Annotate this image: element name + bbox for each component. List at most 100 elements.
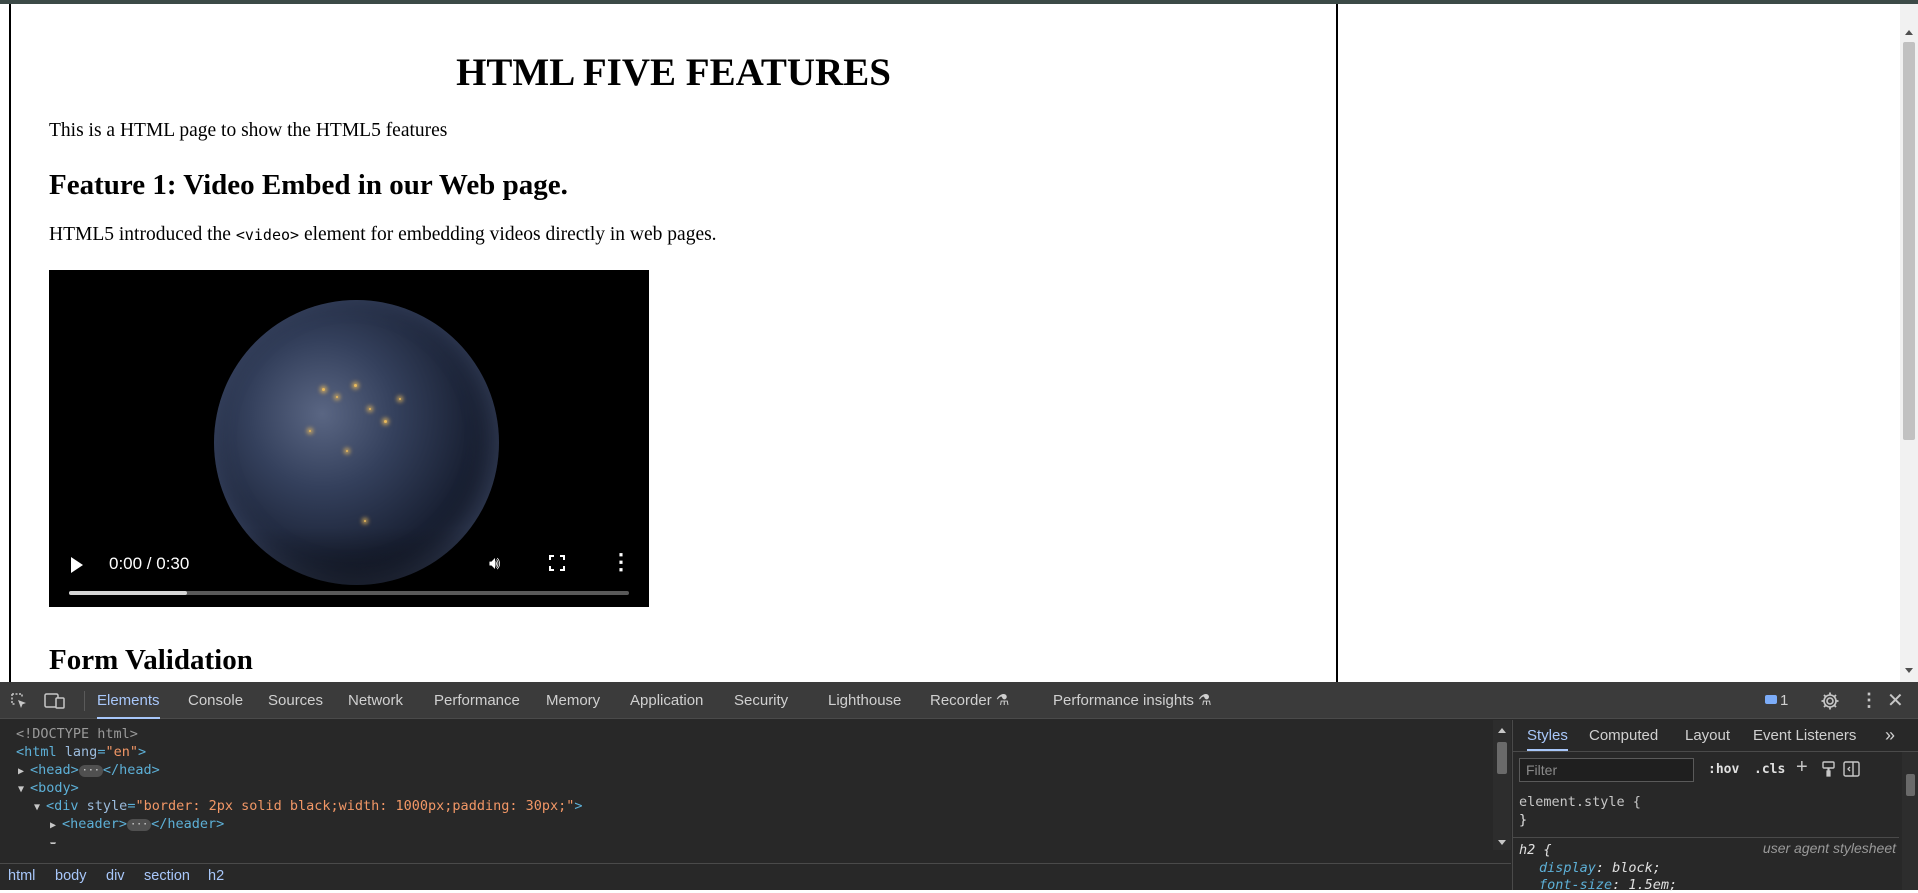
toggle-sidebar-icon[interactable]	[1843, 761, 1860, 777]
div-attr-name: style	[86, 798, 128, 814]
header-tag: header	[70, 816, 119, 832]
feature1-heading: Feature 1: Video Embed in our Web page.	[49, 169, 568, 201]
city-light	[399, 398, 401, 400]
video-time: 0:00 / 0:30	[109, 554, 190, 573]
scroll-up-arrow-icon[interactable]	[1498, 728, 1506, 733]
head-close-tag: head	[119, 762, 152, 778]
html-tag: html	[24, 744, 57, 760]
new-style-rule-icon[interactable]: +	[1796, 756, 1808, 779]
tab-network[interactable]: Network	[348, 682, 403, 719]
tab-performance[interactable]: Performance	[434, 682, 520, 719]
tab-application[interactable]: Application	[630, 682, 703, 719]
doctype-text: <!DOCTYPE html>	[16, 726, 138, 742]
styles-pane: Styles Computed Layout Event Listeners »…	[1512, 720, 1918, 893]
paint-brush-icon[interactable]	[1821, 761, 1837, 777]
head-tag: head	[38, 762, 71, 778]
close-devtools-icon[interactable]: ✕	[1887, 688, 1904, 713]
prop-name: font-size	[1539, 877, 1613, 893]
video-progress-track[interactable]	[69, 591, 629, 595]
page-viewport: HTML FIVE FEATURES This is a HTML page t…	[0, 4, 1900, 682]
prop-value: 1.5em;	[1628, 877, 1678, 893]
expand-triangle-icon[interactable]: ▶	[50, 816, 62, 836]
div-attr-value: "border: 2px solid black;width: 1000px;p…	[135, 798, 575, 814]
page-container: HTML FIVE FEATURES This is a HTML page t…	[9, 4, 1338, 682]
style-prop-display[interactable]: display: block;	[1539, 860, 1661, 876]
city-light	[346, 450, 348, 452]
collapsed-ellipsis-icon[interactable]: ···	[78, 765, 103, 777]
header-close-tag: header	[167, 816, 217, 832]
dom-div-node[interactable]: ▼ <div style="border: 2px solid black;wid…	[34, 796, 583, 816]
scroll-thumb[interactable]	[1903, 42, 1915, 440]
dom-html-node[interactable]: <html lang="en">	[16, 742, 146, 762]
tab-event-listeners[interactable]: Event Listeners	[1753, 720, 1856, 751]
more-vertical-icon[interactable]: ⋮	[610, 549, 632, 575]
toolbar-separator	[84, 691, 85, 711]
inspect-element-icon[interactable]	[10, 692, 28, 710]
collapse-triangle-icon[interactable]: ▼	[18, 780, 30, 800]
tab-performance-insights[interactable]: Performance insights ⚗	[1053, 682, 1212, 719]
dom-doctype[interactable]: <!DOCTYPE html>	[16, 724, 138, 744]
issues-count: 1	[1780, 692, 1789, 709]
page-scrollbar[interactable]	[1900, 4, 1918, 682]
video-buffered-bar	[69, 591, 187, 595]
tab-layout[interactable]: Layout	[1685, 720, 1730, 751]
tab-memory[interactable]: Memory	[546, 682, 600, 719]
elements-dom-tree: <!DOCTYPE html> <html lang="en"> ▶ <head>…	[0, 720, 1493, 850]
fullscreen-icon[interactable]	[549, 555, 565, 571]
collapsed-ellipsis-icon[interactable]: ···	[127, 819, 152, 831]
video-player[interactable]: 0:00 / 0:30 🔊︎ ⋮	[49, 270, 649, 607]
breadcrumb-html[interactable]: html	[8, 868, 35, 884]
breadcrumb-div[interactable]: div	[106, 868, 125, 884]
issues-counter[interactable]: 1	[1765, 692, 1788, 709]
dom-head-node[interactable]: ▶ <head> ··· </head>	[18, 760, 160, 780]
breadcrumb-section[interactable]: section	[144, 868, 190, 884]
feature1-description: HTML5 introduced the <video> element for…	[49, 222, 1298, 248]
tab-sources[interactable]: Sources	[268, 682, 323, 719]
cls-toggle-button[interactable]: .cls	[1754, 762, 1785, 777]
style-prop-font-size[interactable]: font-size: 1.5em;	[1539, 877, 1677, 893]
hov-toggle-button[interactable]: :hov	[1708, 762, 1739, 777]
scroll-thumb[interactable]	[1906, 774, 1915, 796]
dom-header-node[interactable]: ▶ <header> ··· </header>	[50, 814, 224, 834]
settings-gear-icon[interactable]	[1820, 691, 1840, 711]
device-toolbar-icon[interactable]	[44, 692, 66, 710]
city-light	[309, 430, 311, 432]
scroll-down-arrow-icon[interactable]	[1905, 668, 1913, 673]
tab-styles[interactable]: Styles	[1527, 720, 1568, 751]
city-light	[322, 388, 325, 391]
city-light	[364, 520, 366, 522]
styles-tabbar: Styles Computed Layout Event Listeners »	[1513, 720, 1918, 752]
styles-scrollbar[interactable]	[1902, 752, 1918, 890]
play-icon[interactable]	[71, 557, 83, 573]
tab-lighthouse[interactable]: Lighthouse	[828, 682, 901, 719]
more-tabs-chevron-icon[interactable]: »	[1885, 720, 1895, 751]
city-light	[336, 396, 338, 398]
breadcrumb: html body div section h2	[0, 863, 1511, 890]
feature1-text-after: element for embedding videos directly in…	[299, 224, 717, 245]
city-light	[384, 420, 387, 423]
tab-computed[interactable]: Computed	[1589, 720, 1658, 751]
tab-elements[interactable]: Elements	[97, 682, 160, 719]
html-attr-name: lang	[64, 744, 98, 760]
devtools-toolbar: Elements Console Sources Network Perform…	[0, 682, 1918, 719]
styles-filter-input[interactable]	[1519, 758, 1694, 782]
form-validation-heading: Form Validation	[49, 644, 253, 676]
body-tag: body	[38, 780, 71, 796]
more-options-icon[interactable]: ⋮	[1860, 690, 1878, 711]
h2-rule-selector[interactable]: h2 {	[1519, 842, 1552, 858]
volume-icon[interactable]: 🔊︎	[489, 553, 500, 574]
dom-body-node[interactable]: ▼ <body>	[18, 778, 79, 798]
page-intro: This is a HTML page to show the HTML5 fe…	[49, 120, 448, 141]
dom-section-node-partial[interactable]: ▼	[50, 834, 62, 844]
collapse-triangle-icon[interactable]: ▼	[34, 798, 46, 818]
scroll-up-arrow-icon[interactable]	[1905, 30, 1913, 35]
tab-console[interactable]: Console	[188, 682, 243, 719]
scroll-thumb[interactable]	[1497, 742, 1507, 774]
breadcrumb-h2[interactable]: h2	[208, 868, 224, 884]
breadcrumb-body[interactable]: body	[55, 868, 86, 884]
element-style-rule[interactable]: element.style {	[1519, 794, 1641, 810]
tab-recorder[interactable]: Recorder ⚗	[930, 682, 1009, 719]
scroll-down-arrow-icon[interactable]	[1498, 840, 1506, 845]
dom-tree-scrollbar[interactable]	[1493, 720, 1511, 850]
tab-security[interactable]: Security	[734, 682, 788, 719]
